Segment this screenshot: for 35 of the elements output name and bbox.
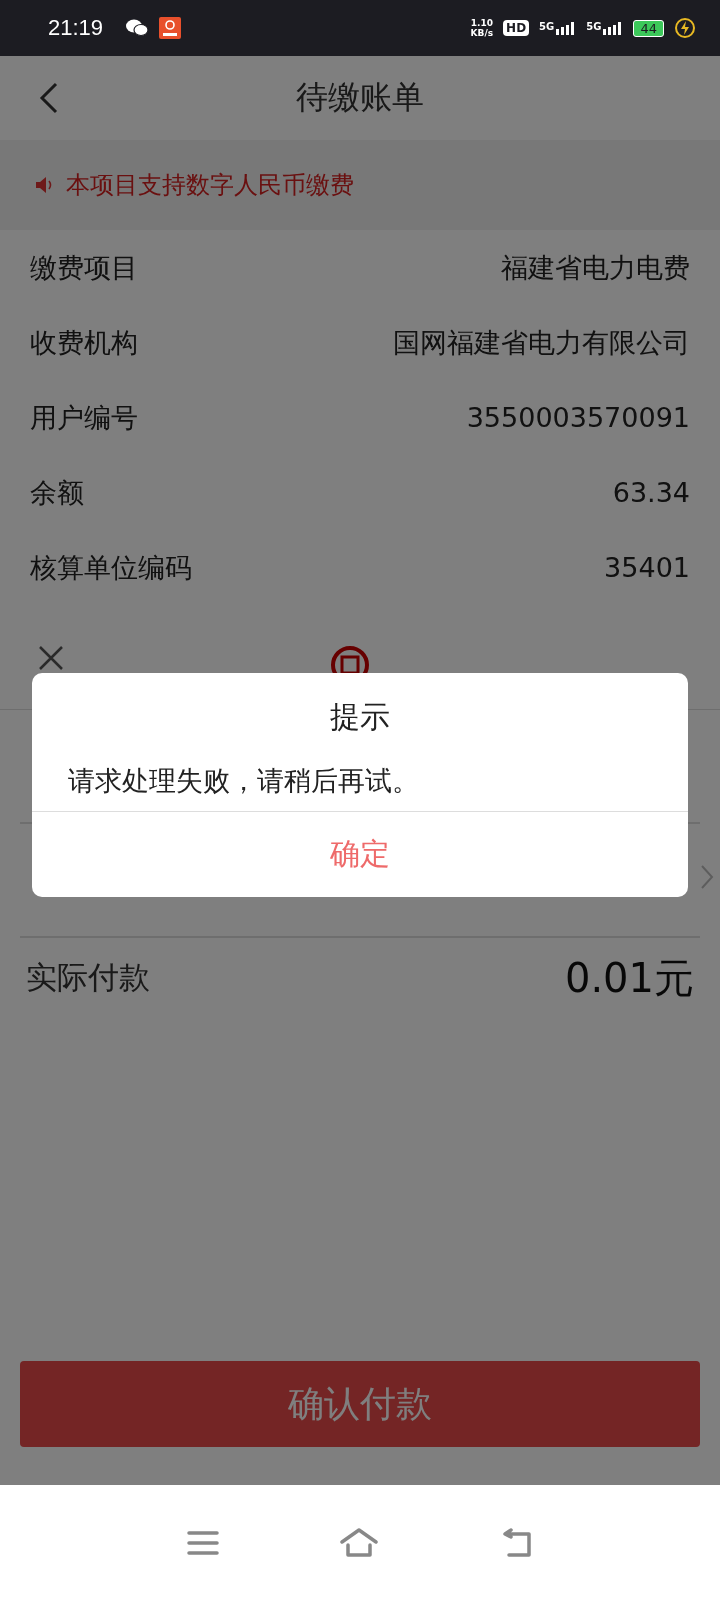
actual-payment-amount: 0.01元: [564, 953, 694, 1003]
home-icon[interactable]: [339, 1527, 379, 1558]
clock: 21:19: [48, 15, 104, 41]
chevron-icon: [700, 864, 714, 890]
detail-label: 缴费项目: [30, 250, 138, 285]
charging-icon: [674, 17, 696, 39]
confirm-payment-button[interactable]: 确认付款: [20, 1361, 700, 1447]
dialog-title: 提示: [329, 698, 391, 736]
hd-badge: HD: [503, 20, 530, 36]
speed-value: 1.10: [470, 18, 493, 28]
detail-label: 余额: [30, 475, 84, 510]
detail-label: 用户编号: [30, 400, 138, 435]
signal-icon: [601, 21, 624, 35]
app-icon: [159, 17, 182, 39]
page-title: 待缴账单: [296, 77, 424, 118]
detail-value: 35401: [604, 552, 690, 583]
detail-value: 3550003570091: [466, 402, 690, 433]
detail-label: 核算单位编码: [30, 550, 192, 585]
detail-value: 福建省电力电费: [501, 250, 690, 285]
signal-icon: [554, 21, 577, 35]
actual-payment-label: 实际付款: [26, 958, 150, 997]
detail-value: 63.34: [612, 477, 690, 508]
battery-level: 44: [633, 19, 664, 37]
chat-app-icon: [125, 18, 150, 38]
ok-button[interactable]: 确定: [32, 811, 688, 897]
speed-unit: KB/s: [470, 28, 494, 38]
menu-icon[interactable]: [187, 1529, 219, 1556]
network-label: 5G: [539, 21, 555, 32]
back-icon[interactable]: [38, 81, 60, 115]
detail-value: 国网福建省电力有限公司: [393, 325, 690, 360]
network-label: 5G: [586, 21, 602, 32]
notice-text: 本项目支持数字人民币缴费: [66, 170, 354, 201]
speaker-icon: [34, 176, 54, 194]
dialog-message: 请求处理失败，请稍后再试。: [67, 764, 420, 798]
detail-label: 收费机构: [30, 325, 138, 360]
